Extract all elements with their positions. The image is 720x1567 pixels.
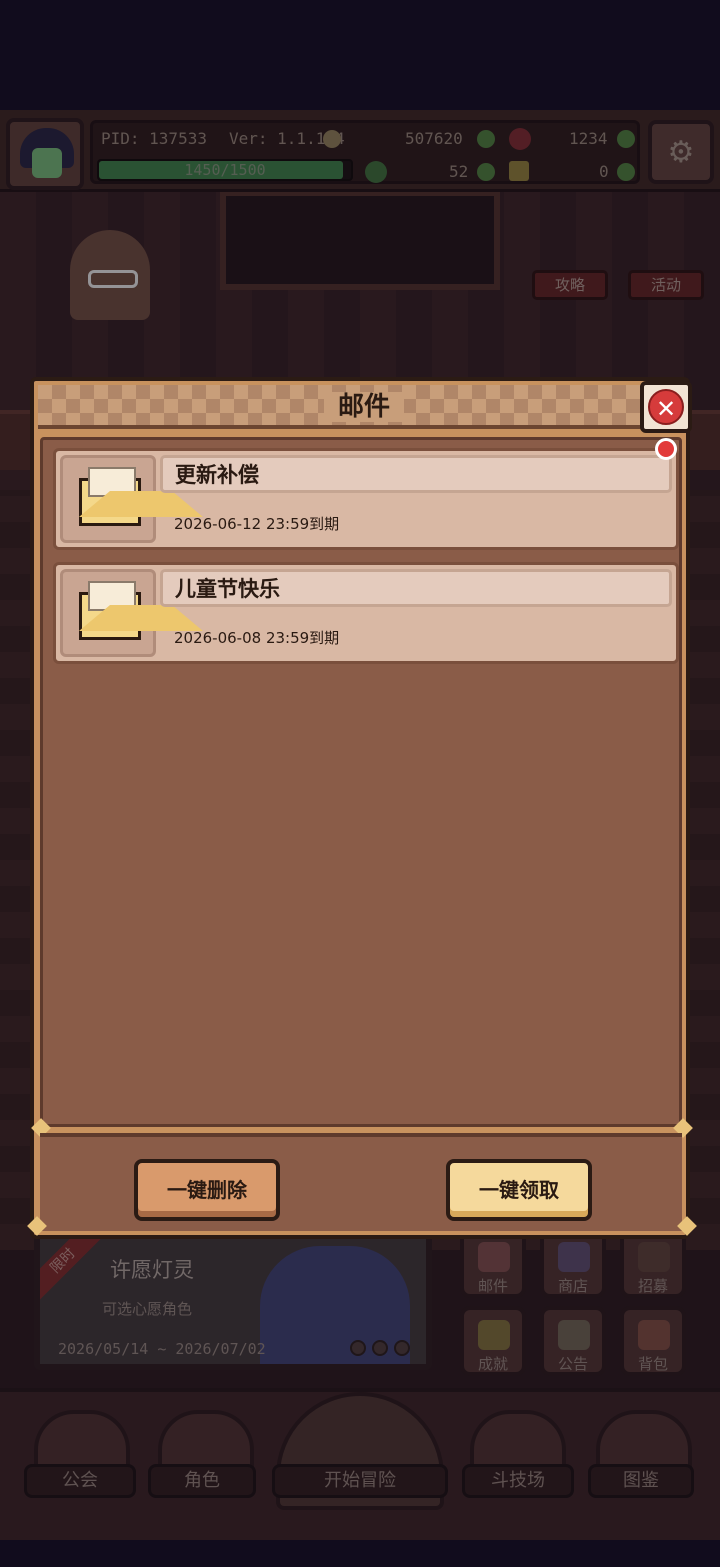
mail-title-bar: 更新补偿 bbox=[160, 455, 672, 493]
mail-expiry: 2026-06-12 23:59到期 bbox=[174, 515, 340, 533]
envelope-icon bbox=[79, 581, 203, 640]
mail-icon-frame bbox=[60, 569, 203, 657]
dialog-title: 邮件 bbox=[34, 385, 694, 429]
mail-item[interactable]: 儿童节快乐 2026-06-08 23:59到期 bbox=[53, 562, 679, 664]
dialog-title-text: 邮件 bbox=[323, 392, 404, 422]
mail-item[interactable]: 更新补偿 2026-06-12 23:59到期 bbox=[53, 448, 679, 550]
unread-badge bbox=[655, 438, 677, 460]
mail-expiry: 2026-06-08 23:59到期 bbox=[174, 629, 340, 647]
close-button[interactable]: ✕ bbox=[640, 381, 692, 433]
mail-title: 更新补偿 bbox=[175, 463, 259, 487]
mail-title-bar: 儿童节快乐 bbox=[160, 569, 672, 607]
mail-dialog: 邮件 ✕ 更新补偿 2026-06-12 23:59到期 儿童节快乐 2026-… bbox=[27, 377, 697, 1239]
mail-icon-frame bbox=[60, 455, 203, 543]
dialog-footer: 一键删除 一键领取 bbox=[40, 1133, 682, 1231]
mail-title: 儿童节快乐 bbox=[175, 577, 280, 601]
envelope-icon bbox=[79, 467, 203, 526]
delete-all-button[interactable]: 一键删除 bbox=[134, 1159, 280, 1221]
claim-all-button[interactable]: 一键领取 bbox=[446, 1159, 592, 1221]
mail-list: 更新补偿 2026-06-12 23:59到期 儿童节快乐 2026-06-08… bbox=[40, 437, 682, 1127]
close-icon: ✕ bbox=[648, 389, 684, 425]
